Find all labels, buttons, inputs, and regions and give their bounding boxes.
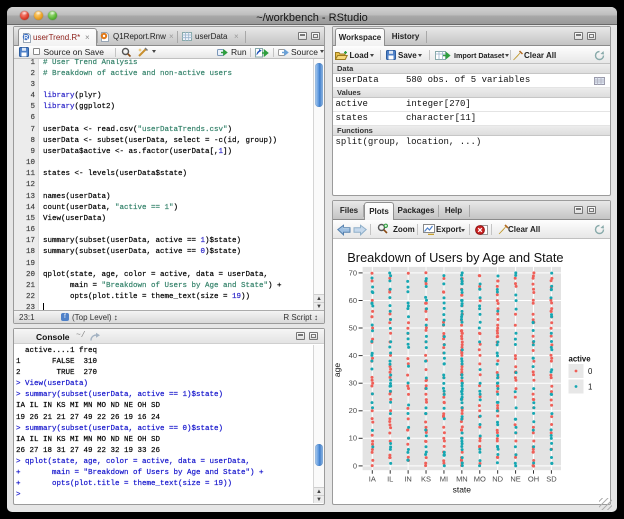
svg-text:50: 50: [349, 323, 357, 332]
svg-text:1: 1: [588, 382, 592, 391]
svg-text:IN: IN: [404, 475, 412, 484]
svg-text:20: 20: [349, 406, 357, 415]
svg-text:30: 30: [349, 379, 357, 388]
svg-text:40: 40: [349, 351, 357, 360]
svg-text:MI: MI: [440, 475, 448, 484]
svg-text:ND: ND: [492, 475, 503, 484]
svg-text:state: state: [453, 485, 472, 495]
svg-text:MO: MO: [474, 475, 486, 484]
svg-text:OH: OH: [528, 475, 539, 484]
svg-text:0: 0: [353, 461, 357, 470]
svg-text:70: 70: [349, 268, 357, 277]
svg-text:age: age: [332, 363, 342, 377]
svg-text:active: active: [569, 355, 592, 364]
svg-text:60: 60: [349, 296, 357, 305]
svg-text:IL: IL: [387, 475, 393, 484]
svg-text:SD: SD: [546, 475, 557, 484]
svg-text:MN: MN: [456, 475, 468, 484]
svg-text:NE: NE: [510, 475, 520, 484]
svg-text:KS: KS: [421, 475, 431, 484]
svg-text:IA: IA: [369, 475, 376, 484]
svg-text:Breakdown of Users by Age and: Breakdown of Users by Age and State: [347, 250, 563, 265]
svg-text:0: 0: [588, 367, 593, 376]
svg-text:10: 10: [349, 434, 357, 443]
